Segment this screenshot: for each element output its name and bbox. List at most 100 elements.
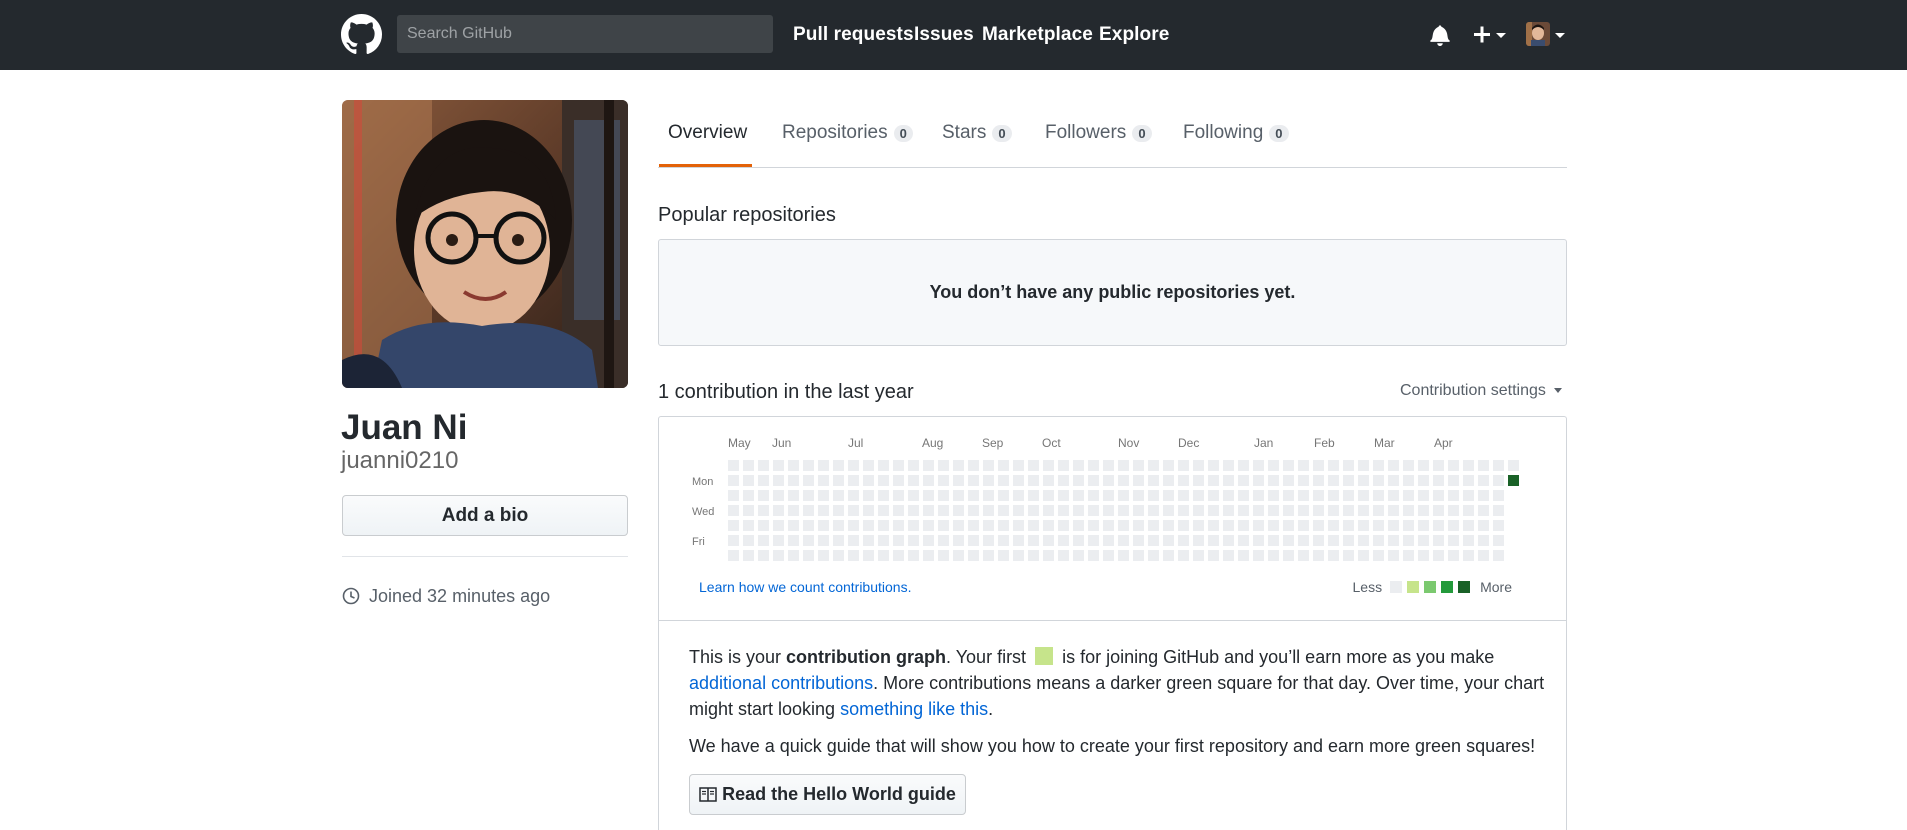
contribution-day[interactable] <box>893 550 904 561</box>
contribution-day[interactable] <box>1298 505 1309 516</box>
contribution-day[interactable] <box>983 460 994 471</box>
contribution-day[interactable] <box>1388 490 1399 501</box>
contribution-day[interactable] <box>1388 505 1399 516</box>
contribution-day[interactable] <box>863 490 874 501</box>
contribution-day[interactable] <box>1133 520 1144 531</box>
contribution-day[interactable] <box>998 475 1009 486</box>
contribution-day[interactable] <box>1208 520 1219 531</box>
contribution-day[interactable] <box>968 550 979 561</box>
contribution-day[interactable] <box>1433 550 1444 561</box>
contribution-day[interactable] <box>1493 505 1504 516</box>
contribution-day[interactable] <box>953 520 964 531</box>
contribution-day[interactable] <box>1058 460 1069 471</box>
hello-world-guide-button[interactable]: Read the Hello World guide <box>689 774 966 815</box>
contribution-day[interactable] <box>1343 535 1354 546</box>
contribution-day[interactable] <box>728 490 739 501</box>
tab-followers[interactable]: Followers 0 <box>1045 122 1152 144</box>
contribution-day[interactable] <box>1313 535 1324 546</box>
something-like-this-link[interactable]: something like this <box>840 699 988 719</box>
contribution-day[interactable] <box>1478 460 1489 471</box>
contribution-day[interactable] <box>968 520 979 531</box>
contribution-day[interactable] <box>1373 475 1384 486</box>
nav-pull-requests[interactable]: Pull requests <box>793 24 914 46</box>
contribution-day[interactable] <box>1493 490 1504 501</box>
contribution-day[interactable] <box>1403 535 1414 546</box>
tab-stars[interactable]: Stars 0 <box>942 122 1012 144</box>
contribution-day[interactable] <box>878 460 889 471</box>
contribution-day[interactable] <box>1208 550 1219 561</box>
contribution-day[interactable] <box>1418 535 1429 546</box>
contribution-day[interactable] <box>1463 535 1474 546</box>
contribution-day[interactable] <box>1133 490 1144 501</box>
contribution-day[interactable] <box>1073 475 1084 486</box>
contribution-day[interactable] <box>818 460 829 471</box>
contribution-day[interactable] <box>878 535 889 546</box>
contribution-day[interactable] <box>1328 475 1339 486</box>
contribution-day[interactable] <box>1013 475 1024 486</box>
avatar[interactable] <box>1526 22 1550 46</box>
contribution-day[interactable] <box>923 520 934 531</box>
contribution-day[interactable] <box>1028 460 1039 471</box>
contribution-day[interactable] <box>1073 490 1084 501</box>
contribution-settings-dropdown[interactable]: Contribution settings <box>1400 382 1563 400</box>
contribution-day[interactable] <box>878 505 889 516</box>
contribution-day[interactable] <box>1043 520 1054 531</box>
contribution-day[interactable] <box>758 460 769 471</box>
contribution-day[interactable] <box>1163 475 1174 486</box>
contribution-day[interactable] <box>1238 490 1249 501</box>
contribution-day[interactable] <box>1178 475 1189 486</box>
contribution-day[interactable] <box>1388 460 1399 471</box>
contribution-day[interactable] <box>998 550 1009 561</box>
tab-following[interactable]: Following 0 <box>1183 122 1289 144</box>
contribution-day[interactable] <box>788 505 799 516</box>
contribution-day[interactable] <box>1358 475 1369 486</box>
contribution-day[interactable] <box>1328 490 1339 501</box>
contribution-day[interactable] <box>1418 475 1429 486</box>
contribution-day[interactable] <box>788 520 799 531</box>
contribution-day[interactable] <box>1118 505 1129 516</box>
contribution-day[interactable] <box>728 505 739 516</box>
contribution-day[interactable] <box>1103 490 1114 501</box>
contribution-day[interactable] <box>1073 505 1084 516</box>
contribution-day[interactable] <box>833 535 844 546</box>
contribution-day[interactable] <box>1388 550 1399 561</box>
contribution-day[interactable] <box>1148 475 1159 486</box>
contribution-day[interactable] <box>1418 460 1429 471</box>
contribution-day[interactable] <box>1268 550 1279 561</box>
contribution-day[interactable] <box>1283 505 1294 516</box>
contribution-day[interactable] <box>983 490 994 501</box>
contribution-day[interactable] <box>1073 460 1084 471</box>
contribution-day[interactable] <box>728 460 739 471</box>
contribution-day[interactable] <box>1238 475 1249 486</box>
contribution-day[interactable] <box>758 505 769 516</box>
contribution-day[interactable] <box>728 550 739 561</box>
contribution-day[interactable] <box>923 550 934 561</box>
contribution-day[interactable] <box>1343 550 1354 561</box>
contribution-day[interactable] <box>1178 460 1189 471</box>
contribution-day[interactable] <box>818 505 829 516</box>
contribution-day[interactable] <box>983 475 994 486</box>
contribution-day[interactable] <box>1253 460 1264 471</box>
search-input[interactable] <box>397 15 773 53</box>
contribution-day[interactable] <box>803 520 814 531</box>
contribution-day[interactable] <box>803 490 814 501</box>
contribution-day[interactable] <box>908 475 919 486</box>
contribution-day[interactable] <box>1118 460 1129 471</box>
contribution-day[interactable] <box>1463 550 1474 561</box>
tab-repositories[interactable]: Repositories 0 <box>782 122 913 144</box>
contribution-day[interactable] <box>863 460 874 471</box>
contribution-day[interactable] <box>1358 520 1369 531</box>
contribution-day[interactable] <box>743 475 754 486</box>
contribution-day[interactable] <box>1358 490 1369 501</box>
contribution-day[interactable] <box>1208 475 1219 486</box>
contribution-day[interactable] <box>938 505 949 516</box>
contribution-day[interactable] <box>998 520 1009 531</box>
contribution-day[interactable] <box>833 505 844 516</box>
contribution-day[interactable] <box>1463 460 1474 471</box>
contribution-day[interactable] <box>1148 520 1159 531</box>
contribution-day[interactable] <box>773 505 784 516</box>
contribution-day[interactable] <box>953 550 964 561</box>
contribution-day[interactable] <box>1328 550 1339 561</box>
contribution-day[interactable] <box>1133 505 1144 516</box>
contribution-day[interactable] <box>1508 460 1519 471</box>
